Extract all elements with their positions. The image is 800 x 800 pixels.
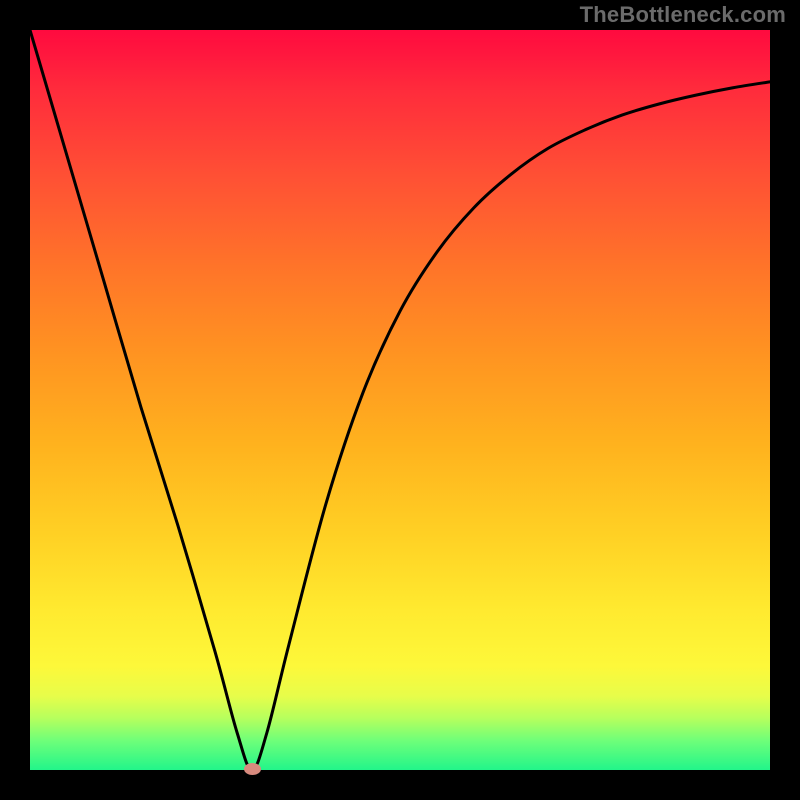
minimum-dot-icon — [244, 763, 261, 775]
chart-container: TheBottleneck.com — [0, 0, 800, 800]
bottleneck-curve — [30, 30, 770, 770]
watermark-text: TheBottleneck.com — [580, 2, 786, 28]
plot-area — [30, 30, 770, 770]
